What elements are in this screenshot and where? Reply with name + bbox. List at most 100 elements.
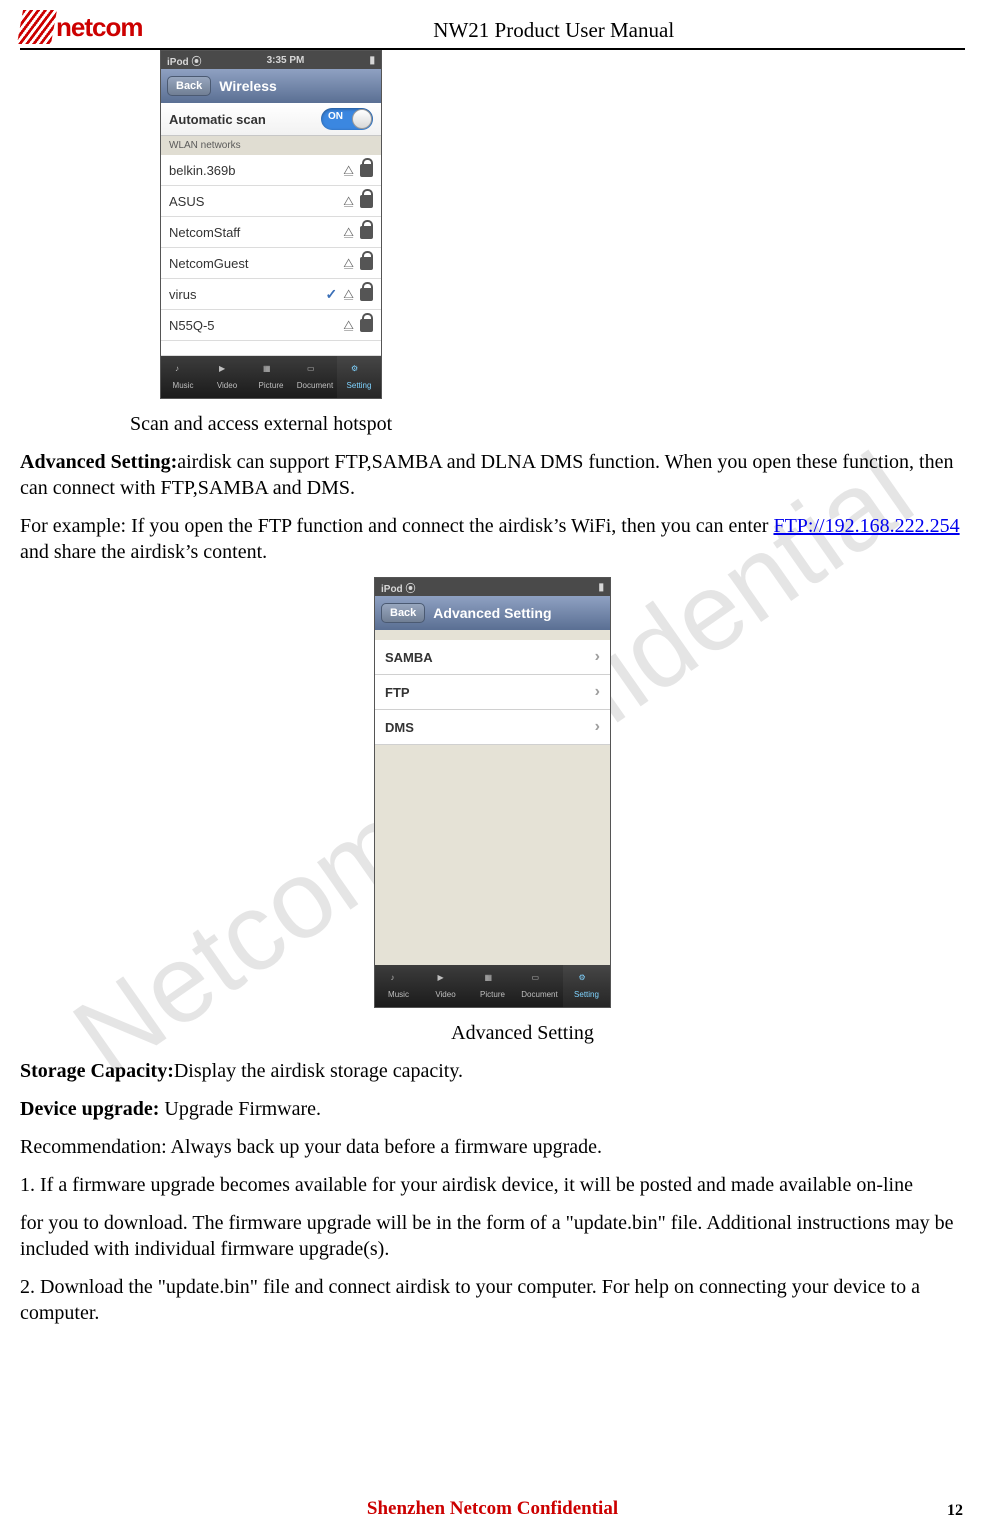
advanced-list: SAMBA › FTP › DMS › <box>375 640 610 745</box>
nav-bar: Back Advanced Setting <box>375 596 610 630</box>
nav-title: Wireless <box>219 78 276 94</box>
chevron-right-icon: › <box>595 718 600 736</box>
music-icon: ♪ <box>175 364 191 380</box>
gear-icon: ⚙ <box>351 364 367 380</box>
lock-icon <box>360 164 373 177</box>
step1b-paragraph: for you to download. The firmware upgrad… <box>20 1210 965 1262</box>
gear-icon: ⚙ <box>579 973 595 989</box>
device-upgrade-paragraph: Device upgrade: Upgrade Firmware. <box>20 1096 965 1122</box>
wifi-icon: ⧋ <box>343 287 354 302</box>
video-icon: ▶ <box>438 973 454 989</box>
network-row[interactable]: ASUS ⧋ <box>161 186 381 217</box>
network-row[interactable]: NetcomGuest ⧋ <box>161 248 381 279</box>
device-upgrade-label: Device upgrade: <box>20 1098 159 1120</box>
status-bar: iPod ⦿ ▮ <box>375 578 610 596</box>
caption-advanced: Advanced Setting <box>80 1020 965 1046</box>
logo-text: netcom <box>56 12 142 43</box>
nav-bar: Back Wireless <box>161 69 381 103</box>
recommendation-paragraph: Recommendation: Always back up your data… <box>20 1134 965 1160</box>
caption-scan: Scan and access external hotspot <box>130 411 965 437</box>
tab-music[interactable]: ♪Music <box>375 965 422 1007</box>
row-label: FTP <box>385 685 410 700</box>
page-title: NW21 Product User Manual <box>142 10 965 43</box>
network-list: belkin.369b ⧋ ASUS ⧋ NetcomStaff ⧋ Netco… <box>161 155 381 356</box>
row-label: SAMBA <box>385 650 433 665</box>
dms-row[interactable]: DMS › <box>375 710 610 745</box>
row-label: DMS <box>385 720 414 735</box>
wifi-icon: ⧋ <box>343 194 354 209</box>
tab-document[interactable]: ▭Document <box>293 356 337 398</box>
network-row[interactable] <box>161 341 381 356</box>
tab-bar: ♪Music ▶Video ▦Picture ▭Document ⚙Settin… <box>375 965 610 1007</box>
ftp-example-paragraph: For example: If you open the FTP functio… <box>20 513 965 565</box>
chevron-right-icon: › <box>595 648 600 666</box>
wifi-icon: ⧋ <box>343 256 354 271</box>
advanced-setting-screenshot: iPod ⦿ ▮ Back Advanced Setting SAMBA › F… <box>374 577 611 1008</box>
lock-icon <box>360 257 373 270</box>
wlan-section-header: WLAN networks <box>161 136 381 155</box>
lock-icon <box>360 195 373 208</box>
tab-bar: ♪Music ▶Video ▦Picture ▭Document ⚙Settin… <box>161 356 381 398</box>
video-icon: ▶ <box>219 364 235 380</box>
tab-picture[interactable]: ▦Picture <box>469 965 516 1007</box>
status-time: 3:35 PM <box>267 55 305 66</box>
network-name: N55Q-5 <box>169 318 337 333</box>
network-row[interactable]: belkin.369b ⧋ <box>161 155 381 186</box>
wifi-icon: ⧋ <box>343 163 354 178</box>
auto-scan-toggle[interactable]: ON <box>321 108 373 130</box>
status-device: iPod ⦿ <box>381 580 415 595</box>
music-icon: ♪ <box>391 973 407 989</box>
step2-paragraph: 2. Download the "update.bin" file and co… <box>20 1274 965 1326</box>
step1-paragraph: 1. If a firmware upgrade becomes availab… <box>20 1172 965 1198</box>
empty-area <box>375 745 610 965</box>
tab-setting[interactable]: ⚙Setting <box>337 356 381 398</box>
document-icon: ▭ <box>307 364 323 380</box>
status-bar: iPod ⦿ 3:35 PM ▮ <box>161 51 381 69</box>
wifi-icon: ⧋ <box>343 318 354 333</box>
network-name: NetcomStaff <box>169 225 337 240</box>
tab-video[interactable]: ▶Video <box>422 965 469 1007</box>
page-number: 12 <box>947 1502 963 1520</box>
logo: netcom <box>20 10 142 44</box>
ftp-row[interactable]: FTP › <box>375 675 610 710</box>
nav-title: Advanced Setting <box>433 605 551 621</box>
advanced-setting-label: Advanced Setting: <box>20 451 177 473</box>
network-row[interactable]: N55Q-5 ⧋ <box>161 310 381 341</box>
auto-scan-row: Automatic scan ON <box>161 103 381 136</box>
wireless-screenshot: iPod ⦿ 3:35 PM ▮ Back Wireless Automatic… <box>160 50 382 399</box>
storage-capacity-paragraph: Storage Capacity:Display the airdisk sto… <box>20 1058 965 1084</box>
picture-icon: ▦ <box>485 973 501 989</box>
toggle-on-label: ON <box>328 111 343 122</box>
network-name: belkin.369b <box>169 163 337 178</box>
document-icon: ▭ <box>532 973 548 989</box>
storage-capacity-label: Storage Capacity: <box>20 1060 174 1082</box>
lock-icon <box>360 226 373 239</box>
connected-check-icon: ✓ <box>326 286 338 303</box>
samba-row[interactable]: SAMBA › <box>375 640 610 675</box>
footer-text: Shenzhen Netcom Confidential <box>0 1498 985 1520</box>
page-header: netcom NW21 Product User Manual <box>20 10 965 50</box>
logo-stripes-icon <box>20 10 54 44</box>
network-name: NetcomGuest <box>169 256 337 271</box>
tab-document[interactable]: ▭Document <box>516 965 563 1007</box>
back-button[interactable]: Back <box>381 603 425 623</box>
network-row[interactable]: NetcomStaff ⧋ <box>161 217 381 248</box>
tab-video[interactable]: ▶Video <box>205 356 249 398</box>
battery-icon: ▮ <box>598 582 604 593</box>
auto-scan-label: Automatic scan <box>169 112 266 127</box>
picture-icon: ▦ <box>263 364 279 380</box>
network-row[interactable]: virus ✓ ⧋ <box>161 279 381 310</box>
back-button[interactable]: Back <box>167 76 211 96</box>
wifi-icon: ⦿ <box>405 584 415 595</box>
lock-icon <box>360 319 373 332</box>
tab-setting[interactable]: ⚙Setting <box>563 965 610 1007</box>
ftp-link[interactable]: FTP://192.168.222.254 <box>773 515 959 537</box>
lock-icon <box>360 288 373 301</box>
status-device: iPod ⦿ <box>167 53 201 68</box>
advanced-setting-paragraph: Advanced Setting:airdisk can support FTP… <box>20 449 965 501</box>
tab-music[interactable]: ♪Music <box>161 356 205 398</box>
wifi-icon: ⧋ <box>343 225 354 240</box>
chevron-right-icon: › <box>595 683 600 701</box>
tab-picture[interactable]: ▦Picture <box>249 356 293 398</box>
battery-icon: ▮ <box>369 55 375 66</box>
